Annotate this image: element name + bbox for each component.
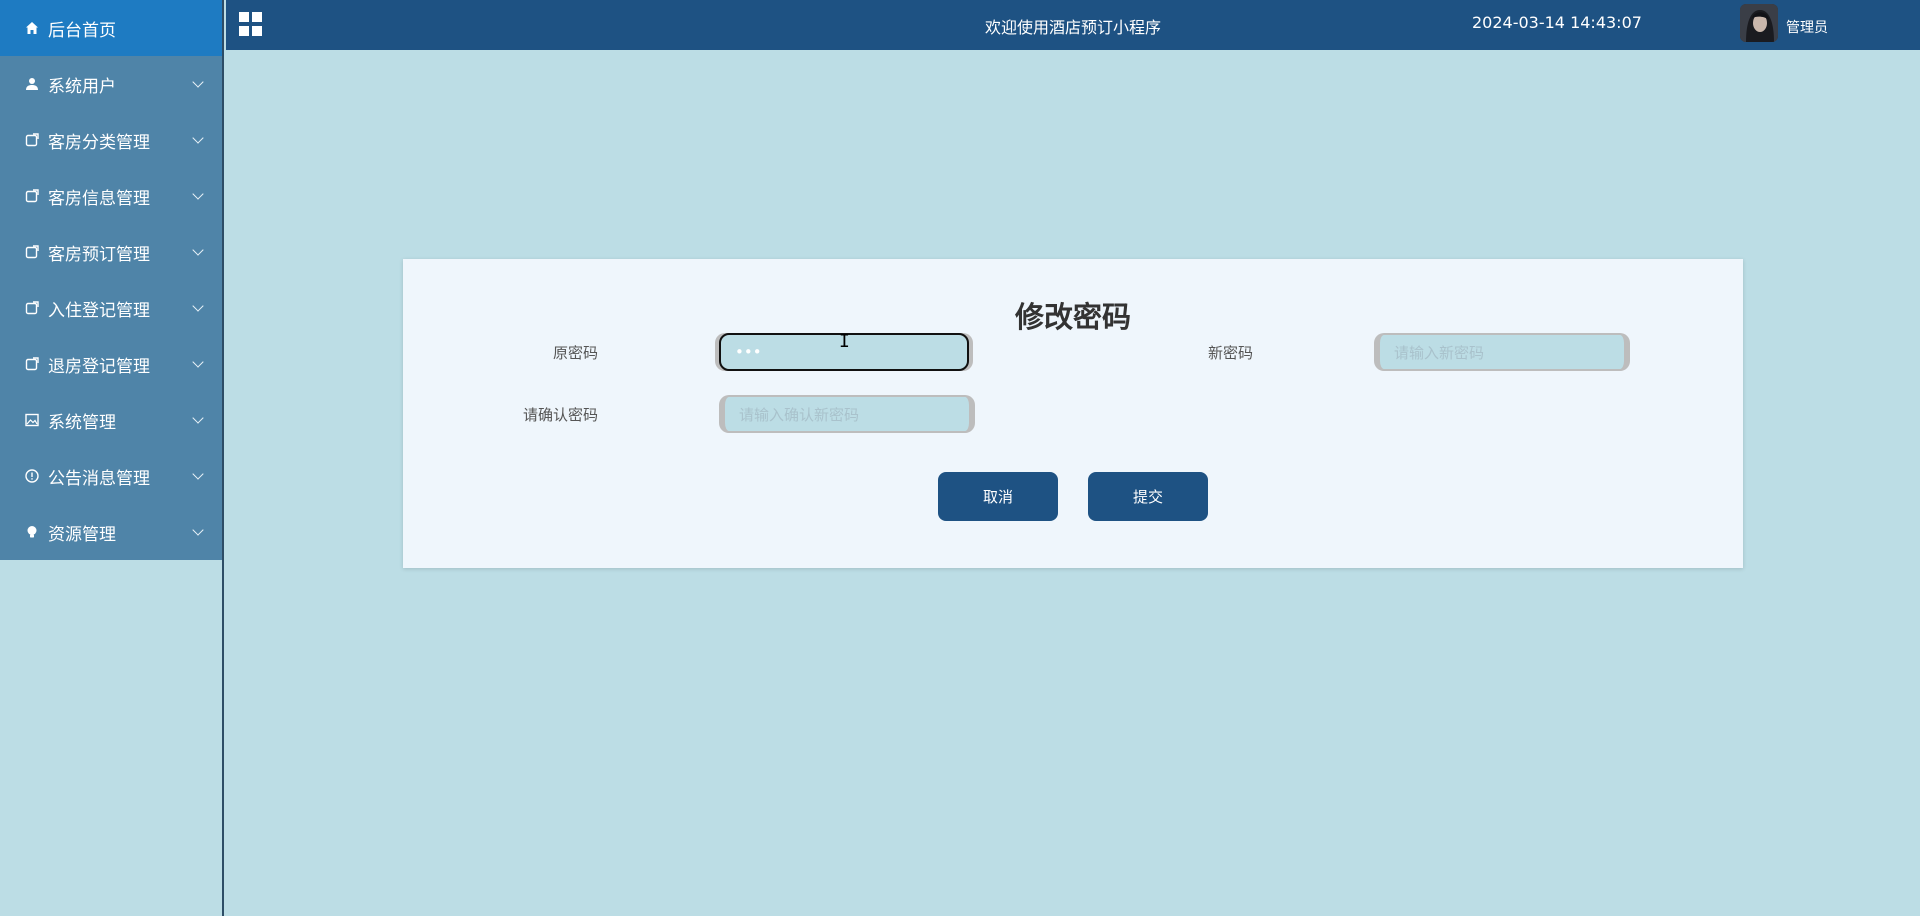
sidebar-item-label: 公告消息管理 — [48, 468, 150, 489]
avatar[interactable] — [1740, 4, 1778, 42]
info-icon — [24, 468, 40, 484]
sidebar-item-label: 客房分类管理 — [48, 132, 150, 153]
picture-icon — [24, 412, 40, 428]
sidebar-item-label: 入住登记管理 — [48, 300, 150, 321]
page-title: 修改密码 — [1014, 300, 1131, 334]
sidebar-item-home[interactable]: 后台首页 — [0, 0, 222, 56]
sidebar-item-room-booking[interactable]: 客房预订管理 — [0, 224, 222, 280]
chevron-down-icon — [192, 524, 204, 536]
confirm-password-placeholder: 请输入确认新密码 — [739, 405, 860, 424]
sidebar-item-label: 系统管理 — [48, 412, 116, 433]
chevron-down-icon — [192, 244, 204, 256]
sidebar-item-label: 客房预订管理 — [48, 244, 150, 265]
edit-icon — [24, 300, 40, 316]
old-password-label: 原密码 — [552, 344, 598, 362]
app-title: 欢迎使用酒店预订小程序 — [984, 18, 1161, 37]
sidebar-menu: 后台首页 系统用户 客房分类管理 客房信息管理 客房预订管理 入住登记管理 退房… — [0, 0, 222, 560]
new-password-label: 新密码 — [1207, 344, 1253, 362]
text-cursor-icon: I — [839, 331, 850, 352]
sidebar-item-notices[interactable]: 公告消息管理 — [0, 448, 222, 504]
sidebar-item-label: 系统用户 — [48, 76, 116, 97]
sidebar-item-checkout[interactable]: 退房登记管理 — [0, 336, 222, 392]
confirm-password-field[interactable]: 请输入确认新密码 — [719, 395, 975, 433]
sidebar-item-resources[interactable]: 资源管理 — [0, 504, 222, 560]
sidebar: 后台首页 系统用户 客房分类管理 客房信息管理 客房预订管理 入住登记管理 退房… — [0, 0, 224, 916]
sidebar-item-system-users[interactable]: 系统用户 — [0, 56, 222, 112]
home-icon — [24, 20, 40, 36]
top-bar: 欢迎使用酒店预订小程序 2024-03-14 14:43:07 管理员 — [226, 0, 1920, 50]
chevron-down-icon — [192, 412, 204, 424]
confirm-password-label: 请确认密码 — [522, 406, 598, 424]
sidebar-item-room-info[interactable]: 客房信息管理 — [0, 168, 222, 224]
sidebar-item-label: 后台首页 — [48, 20, 116, 41]
datetime-display: 2024-03-14 14:43:07 — [1472, 13, 1642, 32]
edit-icon — [24, 356, 40, 372]
cancel-button[interactable]: 取消 — [938, 472, 1058, 521]
chevron-down-icon — [192, 76, 204, 88]
edit-icon — [24, 188, 40, 204]
new-password-placeholder: 请输入新密码 — [1394, 343, 1485, 362]
change-password-card: 修改密码 原密码 ••• I 新密码 请输入新密码 请确认密码 请输入确认新密码… — [403, 259, 1743, 568]
sidebar-item-label: 客房信息管理 — [48, 188, 150, 209]
chevron-down-icon — [192, 188, 204, 200]
chevron-down-icon — [192, 132, 204, 144]
user-icon — [24, 76, 40, 92]
chevron-down-icon — [192, 300, 204, 312]
chevron-down-icon — [192, 356, 204, 368]
main-content: 修改密码 原密码 ••• I 新密码 请输入新密码 请确认密码 请输入确认新密码… — [226, 50, 1920, 916]
sidebar-item-checkin[interactable]: 入住登记管理 — [0, 280, 222, 336]
sidebar-item-system-admin[interactable]: 系统管理 — [0, 392, 222, 448]
sidebar-item-label: 退房登记管理 — [48, 356, 150, 377]
chevron-down-icon — [192, 468, 204, 480]
sidebar-item-room-category[interactable]: 客房分类管理 — [0, 112, 222, 168]
bulb-icon — [24, 524, 40, 540]
edit-icon — [24, 132, 40, 148]
submit-button[interactable]: 提交 — [1088, 472, 1208, 521]
sidebar-item-label: 资源管理 — [48, 524, 116, 545]
old-password-value: ••• — [735, 343, 762, 361]
edit-icon — [24, 244, 40, 260]
user-name[interactable]: 管理员 — [1786, 17, 1828, 37]
new-password-field[interactable]: 请输入新密码 — [1374, 333, 1630, 371]
